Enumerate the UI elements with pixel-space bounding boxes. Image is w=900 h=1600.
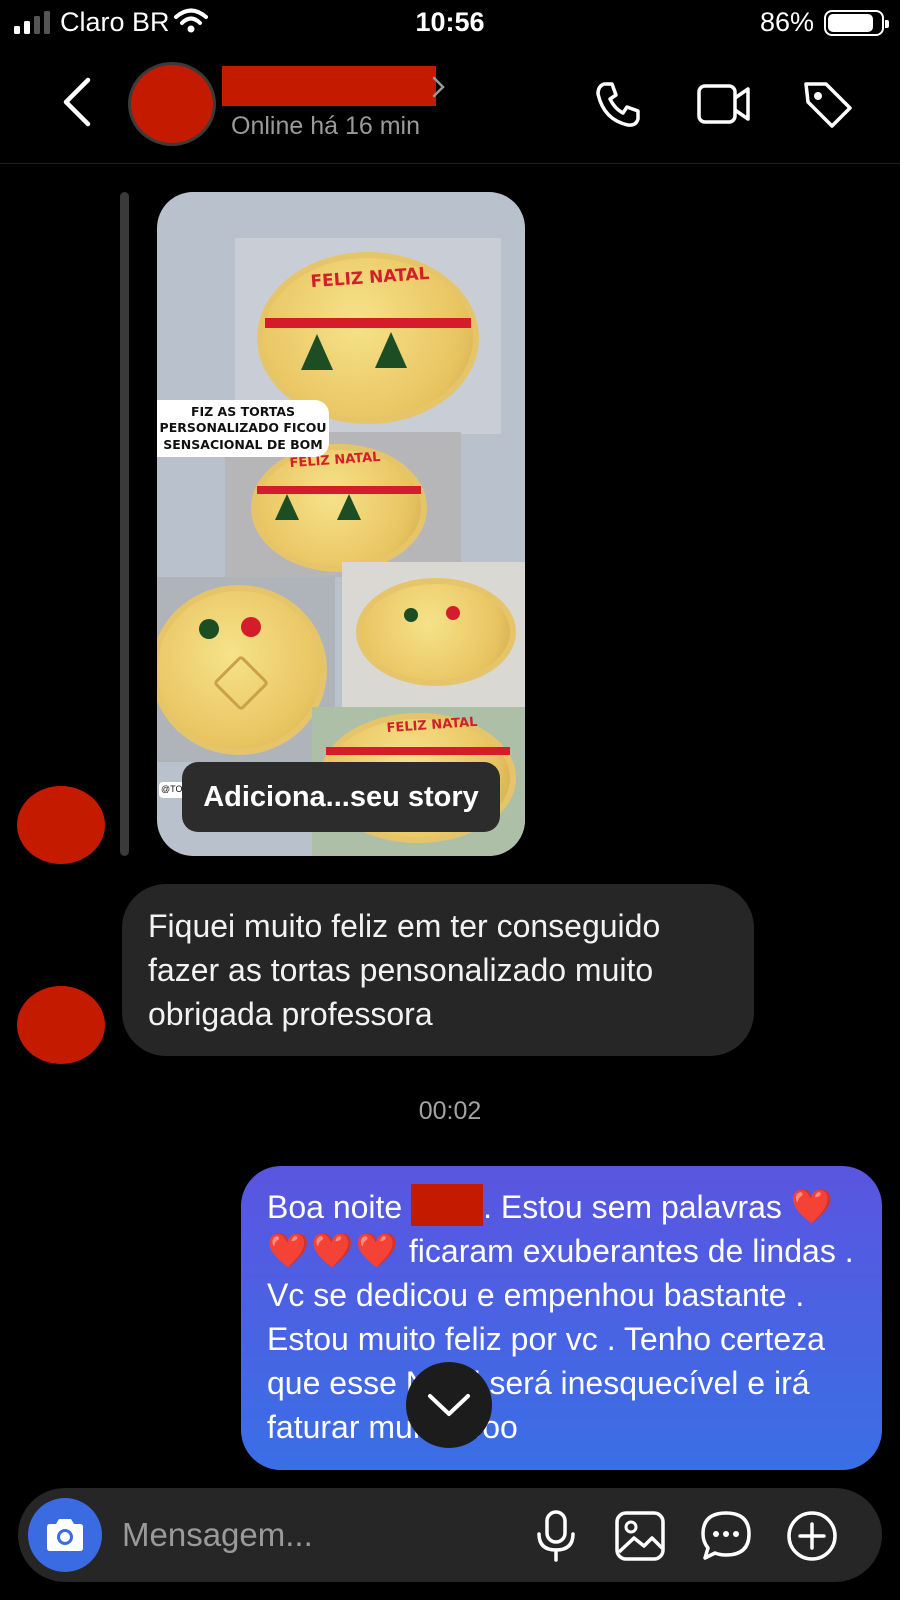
sender-avatar[interactable]: [17, 786, 105, 864]
contact-name-redacted[interactable]: [222, 66, 436, 106]
pie-photo: [157, 577, 335, 762]
outgoing-message-bubble[interactable]: Boa noite . Estou sem palavras ❤️❤️❤️❤️ …: [241, 1166, 882, 1470]
redacted-name: [411, 1184, 484, 1226]
camera-icon: [47, 1519, 83, 1551]
message-composer: [18, 1488, 882, 1582]
tag-icon[interactable]: [800, 76, 856, 132]
phone-icon[interactable]: [590, 76, 646, 132]
battery-icon: [824, 10, 889, 36]
back-icon[interactable]: [58, 74, 98, 130]
microphone-icon[interactable]: [528, 1508, 584, 1564]
sticker-icon[interactable]: [698, 1508, 754, 1564]
chevron-down-icon: [428, 1394, 470, 1416]
outgoing-message-text-start: Boa noite: [267, 1189, 412, 1225]
chat-header: Online há 16 min: [0, 46, 900, 164]
add-to-story-button[interactable]: Adiciona...seu story: [182, 762, 500, 832]
status-bar: Claro BR 10:56 86%: [0, 0, 900, 46]
sender-avatar[interactable]: [17, 986, 105, 1064]
scroll-to-bottom-button[interactable]: [406, 1362, 492, 1448]
story-caption-sticker: FIZ AS TORTAS PERSONALIZADO FICOU SENSAC…: [157, 400, 329, 457]
incoming-message-bubble[interactable]: Fiquei muito feliz em ter conseguido faz…: [122, 884, 754, 1056]
gallery-icon[interactable]: [612, 1508, 668, 1564]
chevron-right-icon[interactable]: [432, 76, 446, 98]
shared-story-card[interactable]: FELIZ NATAL FELIZ NATAL FELIZ NATAL FIZ …: [157, 192, 525, 856]
reply-indicator-line: [120, 192, 129, 856]
battery-percent: 86%: [759, 7, 814, 37]
plus-circle-icon[interactable]: [784, 1508, 840, 1564]
pie-photo: [342, 562, 525, 712]
message-timestamp: 00:02: [418, 1097, 482, 1125]
message-input[interactable]: [122, 1510, 502, 1560]
camera-button[interactable]: [28, 1498, 102, 1572]
outgoing-message-text-mid: . Estou sem palavras: [483, 1189, 782, 1225]
incoming-message-text: Fiquei muito feliz em ter conseguido faz…: [148, 908, 661, 1032]
contact-avatar[interactable]: [128, 62, 216, 146]
contact-online-status: Online há 16 min: [231, 112, 421, 140]
video-camera-icon[interactable]: [696, 76, 752, 132]
